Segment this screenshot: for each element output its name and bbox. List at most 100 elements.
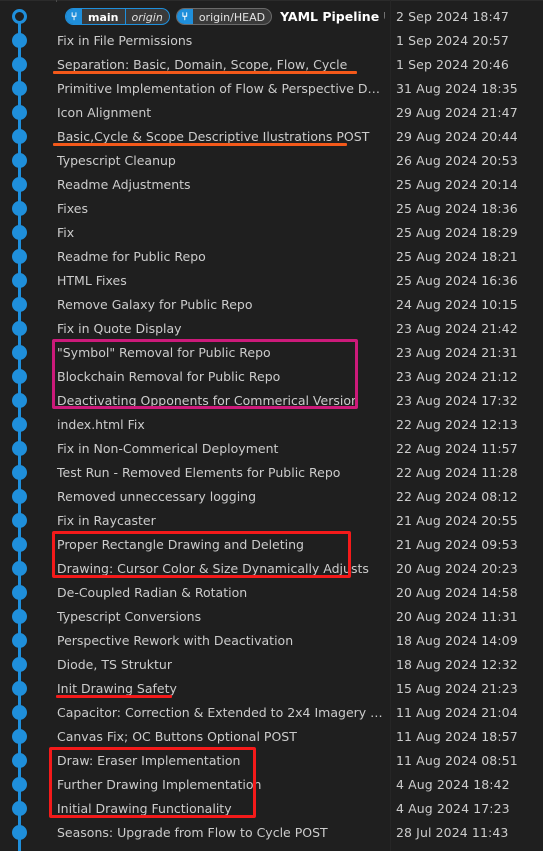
commit-row[interactable]: Blockchain Removal for Public Repo 23 Aug… [40,364,543,388]
commit-date: 20 Aug 2024 14:58 [396,584,518,600]
graph-node[interactable] [12,416,27,432]
commit-row[interactable]: Typescript Cleanup 26 Aug 2024 20:53 [40,148,543,172]
commit-row[interactable]: Proper Rectangle Drawing and Deleting 21 … [40,532,543,556]
graph-node[interactable] [12,776,27,792]
commit-row[interactable]: Test Run - Removed Elements for Public R… [40,460,543,484]
graph-node[interactable] [12,248,27,264]
commit-row[interactable]: Primitive Implementation of Flow & Persp… [40,76,543,100]
commit-date: 29 Aug 2024 21:47 [396,104,518,120]
commit-date: 25 Aug 2024 18:36 [396,200,518,216]
branch-badge-local[interactable]: ⑂ main origin [65,7,170,25]
commit-subject: Perspective Rework with Deactivation [57,632,294,648]
graph-node[interactable] [12,488,27,504]
commit-row[interactable]: Fix in Raycaster 21 Aug 2024 20:55 [40,508,543,532]
commit-date: 25 Aug 2024 16:36 [396,272,518,288]
graph-node[interactable] [12,656,27,672]
graph-node[interactable] [12,152,27,168]
graph-node[interactable] [12,464,27,480]
commit-row[interactable]: HTML Fixes 25 Aug 2024 16:36 [40,268,543,292]
commit-row[interactable]: Fixes 25 Aug 2024 18:36 [40,196,543,220]
graph-node[interactable] [12,272,27,288]
commit-subject: Further Drawing Implementation [57,776,262,792]
graph-node[interactable] [12,104,27,120]
commit-row[interactable]: Drawing: Cursor Color & Size Dynamically… [40,556,543,580]
commit-row[interactable]: Canvas Fix; OC Buttons Optional POST 11 A… [40,724,543,748]
commit-subject: Basic,Cycle & Scope Descriptive Ilustrat… [57,128,370,144]
graph-node[interactable] [12,512,27,528]
commit-subject: HTML Fixes [57,272,127,288]
commit-subject: Primitive Implementation of Flow & Persp… [57,80,385,96]
commit-row[interactable]: Readme for Public Repo 25 Aug 2024 18:21 [40,244,543,268]
graph-node[interactable] [12,320,27,336]
commit-row[interactable]: De-Coupled Radian & Rotation 20 Aug 2024 … [40,580,543,604]
graph-node[interactable] [12,224,27,240]
graph-node[interactable] [12,392,27,408]
commit-row[interactable]: Fix in Non-Commerical Deployment 22 Aug 2… [40,436,543,460]
graph-node[interactable] [12,440,27,456]
commit-subject: Typescript Conversions [57,608,202,624]
graph-node[interactable] [12,584,27,600]
commit-row[interactable]: Draw: Eraser Implementation 11 Aug 2024 0… [40,748,543,772]
graph-node[interactable] [12,704,27,720]
commit-date: 26 Aug 2024 20:53 [396,152,518,168]
commit-date: 25 Aug 2024 20:14 [396,176,518,192]
graph-node[interactable] [12,344,27,360]
graph-node[interactable] [12,128,27,144]
graph-node[interactable] [12,536,27,552]
graph-node[interactable] [12,176,27,192]
graph-node[interactable] [12,728,27,744]
commit-subject: Readme for Public Repo [57,248,206,264]
commit-row[interactable]: Diode, TS Struktur 18 Aug 2024 12:32 [40,652,543,676]
commit-row[interactable]: Further Drawing Implementation 4 Aug 2024… [40,772,543,796]
commit-row[interactable]: Fix 25 Aug 2024 18:29 [40,220,543,244]
graph-node[interactable] [12,608,27,624]
commit-subject: Blockchain Removal for Public Repo [57,368,281,384]
commit-date: 22 Aug 2024 08:12 [396,488,518,504]
commit-row[interactable]: Deactivating Opponents for Commerical Ve… [40,388,543,412]
commit-date: 11 Aug 2024 08:51 [396,752,518,768]
graph-node[interactable] [12,560,27,576]
graph-node[interactable] [12,296,27,312]
commit-subject: Capacitor: Correction & Extended to 2x4 … [57,704,385,720]
commit-subject: Draw: Eraser Implementation [57,752,241,768]
commit-date: 23 Aug 2024 17:32 [396,392,518,408]
commit-row[interactable]: Removed unneccessary logging 22 Aug 2024 … [40,484,543,508]
commit-subject: Fix in Non-Commerical Deployment [57,440,279,456]
commit-row[interactable]: Typescript Conversions 20 Aug 2024 11:31 [40,604,543,628]
commit-date: 28 Jul 2024 11:43 [396,824,509,840]
commit-row[interactable]: Readme Adjustments 25 Aug 2024 20:14 [40,172,543,196]
commit-row[interactable]: Fix in File Permissions 1 Sep 2024 20:57 [40,28,543,52]
annotation-underline [56,695,172,698]
branch-badge-remote[interactable]: ⑂ origin/HEAD [175,7,273,25]
commit-row[interactable] [40,844,543,851]
graph-node[interactable] [12,752,27,768]
commit-subject: Fix in Raycaster [57,512,156,528]
graph-node[interactable] [12,368,27,384]
commit-row[interactable]: Initial Drawing Functionality 4 Aug 2024 … [40,796,543,820]
git-branch-icon: ⑂ [66,8,82,24]
commit-row[interactable]: "Symbol" Removal for Public Repo 23 Aug 2… [40,340,543,364]
commit-subject: Deactivating Opponents for Commerical Ve… [57,392,359,408]
commit-row[interactable]: Seasons: Upgrade from Flow to Cycle POST… [40,820,543,844]
graph-node[interactable] [12,32,27,48]
commit-subject: ⑂ main origin ⑂ origin/HEAD YAML Pipeline Upd… [40,7,385,25]
graph-node[interactable] [12,800,27,816]
commit-row[interactable]: Remove Galaxy for Public Repo 24 Aug 2024… [40,292,543,316]
commit-row[interactable]: index.html Fix 22 Aug 2024 12:13 [40,412,543,436]
graph-node[interactable] [12,200,27,216]
commit-graph-view: ⑂ main origin ⑂ origin/HEAD YAML Pipeline Upd… [0,0,543,851]
commit-row[interactable]: Capacitor: Correction & Extended to 2x4 … [40,700,543,724]
commit-row-head[interactable]: ⑂ main origin ⑂ origin/HEAD YAML Pipeline Upd… [40,4,543,28]
graph-node[interactable] [12,824,27,840]
commit-date: 2 Sep 2024 18:47 [396,8,509,24]
commit-subject: Removed unneccessary logging [57,488,257,504]
commit-date: 21 Aug 2024 09:53 [396,536,518,552]
graph-node[interactable] [12,56,27,72]
graph-node[interactable] [12,80,27,96]
graph-node[interactable] [12,632,27,648]
commit-row[interactable]: Icon Alignment 29 Aug 2024 21:47 [40,100,543,124]
graph-node-head[interactable] [12,8,27,24]
graph-node[interactable] [12,680,27,696]
commit-row[interactable]: Fix in Quote Display 23 Aug 2024 21:42 [40,316,543,340]
commit-row[interactable]: Perspective Rework with Deactivation 18 A… [40,628,543,652]
